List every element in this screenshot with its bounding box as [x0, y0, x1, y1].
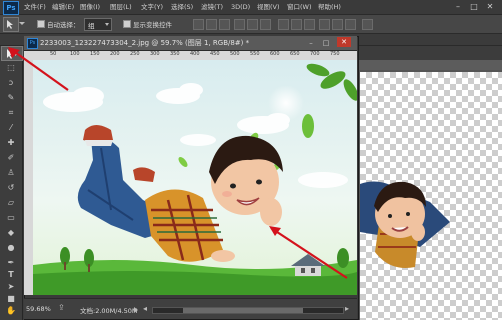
- align-left-icon[interactable]: [234, 19, 245, 30]
- menu-3d[interactable]: 3D(D): [231, 2, 250, 12]
- ruler-tick: 550: [250, 51, 260, 57]
- menu-image[interactable]: 图像(I): [80, 2, 100, 12]
- doc-close-button[interactable]: ✕: [337, 37, 351, 47]
- menu-type[interactable]: 文字(Y): [141, 2, 163, 12]
- clone-stamp-icon[interactable]: ♙: [4, 168, 18, 178]
- move-tool-icon: [7, 20, 13, 29]
- scrollbar-thumb[interactable]: [183, 308, 303, 313]
- status-menu-arrow-icon[interactable]: [134, 307, 138, 313]
- chevron-down-icon[interactable]: [19, 22, 25, 25]
- auto-select-checkbox[interactable]: [37, 20, 45, 28]
- crop-icon[interactable]: ⌗: [4, 108, 18, 118]
- menu-edit[interactable]: 编辑(E): [52, 2, 74, 12]
- align-bottom-icon[interactable]: [219, 19, 230, 30]
- auto-select-label: 自动选择：: [47, 21, 80, 29]
- photoshop-logo: Ps: [3, 1, 19, 15]
- ruler-tick: 300: [150, 51, 160, 57]
- path-select-icon[interactable]: ➤: [4, 282, 18, 292]
- ruler-tick: 400: [190, 51, 200, 57]
- ruler-tick: 200: [110, 51, 120, 57]
- tool-preset-picker[interactable]: [3, 17, 19, 32]
- menu-bar: [0, 0, 502, 15]
- align-hcenter-icon[interactable]: [247, 19, 258, 30]
- eyedropper-icon[interactable]: ⁄: [4, 123, 18, 133]
- horizontal-scrollbar[interactable]: [152, 307, 344, 314]
- menu-filter[interactable]: 滤镜(T): [201, 2, 223, 12]
- scroll-right-icon[interactable]: ▸: [345, 304, 352, 314]
- ruler-tick: 150: [90, 51, 100, 57]
- menu-file[interactable]: 文件(F): [24, 2, 46, 12]
- background-document-titlebar[interactable]: [355, 60, 502, 70]
- distribute-vcenter-icon[interactable]: [291, 19, 302, 30]
- auto-select-value: 组: [88, 22, 95, 30]
- distribute-left-icon[interactable]: [319, 19, 330, 30]
- document-size-info: 文档:2.00M/4.50M: [80, 307, 138, 315]
- ruler-tick: 350: [170, 51, 180, 57]
- rectangle-shape-icon[interactable]: ■: [4, 294, 18, 304]
- align-vcenter-icon[interactable]: [206, 19, 217, 30]
- boy-on-grass-photo: [33, 60, 357, 295]
- brush-icon[interactable]: ✐: [4, 153, 18, 163]
- distribute-top-icon[interactable]: [278, 19, 289, 30]
- scroll-left-icon[interactable]: ◂: [143, 304, 150, 314]
- ruler-tick: 450: [210, 51, 220, 57]
- show-transform-label: 显示变换控件: [133, 21, 172, 29]
- ruler-tick: 500: [230, 51, 240, 57]
- eraser-icon[interactable]: ▱: [4, 198, 18, 208]
- auto-align-icon[interactable]: [362, 19, 373, 30]
- distribute-right-icon[interactable]: [345, 19, 356, 30]
- pen-icon[interactable]: ✒: [4, 258, 18, 268]
- auto-select-dropdown[interactable]: 组: [84, 18, 112, 31]
- align-top-icon[interactable]: [193, 19, 204, 30]
- ruler-tick: 700: [310, 51, 320, 57]
- menu-layer[interactable]: 图层(L): [110, 2, 132, 12]
- ruler-tick: 650: [290, 51, 300, 57]
- menu-window[interactable]: 窗口(W): [287, 2, 312, 12]
- distribute-bottom-icon[interactable]: [304, 19, 315, 30]
- menu-help[interactable]: 帮助(H): [318, 2, 341, 12]
- hand-tool-icon[interactable]: ✋: [4, 306, 18, 316]
- healing-brush-icon[interactable]: ✚: [4, 138, 18, 148]
- menu-select[interactable]: 选择(S): [171, 2, 193, 12]
- quick-select-icon[interactable]: ✎: [4, 93, 18, 103]
- align-right-icon[interactable]: [260, 19, 271, 30]
- close-button[interactable]: ✕: [484, 1, 496, 12]
- show-transform-checkbox[interactable]: [123, 20, 131, 28]
- annotation-arrow: [8, 47, 69, 91]
- history-brush-icon[interactable]: ↺: [4, 183, 18, 193]
- dodge-icon[interactable]: ●: [4, 243, 18, 253]
- gradient-icon[interactable]: ▭: [4, 213, 18, 223]
- type-tool-icon[interactable]: T: [4, 270, 18, 280]
- doc-maximize-button[interactable]: □: [320, 38, 332, 48]
- export-icon[interactable]: ⇪: [58, 303, 70, 314]
- chevron-down-icon: [105, 23, 109, 26]
- document-canvas[interactable]: [33, 60, 357, 295]
- cutout-boy-image: [360, 181, 450, 268]
- blur-icon[interactable]: ◆: [4, 228, 18, 238]
- distribute-hcenter-icon[interactable]: [332, 19, 343, 30]
- ruler-tick: 600: [270, 51, 280, 57]
- menu-view[interactable]: 视图(V): [257, 2, 280, 12]
- maximize-button[interactable]: □: [468, 1, 480, 12]
- ruler-tick: 750: [330, 51, 340, 57]
- transparent-canvas[interactable]: [360, 72, 502, 320]
- doc-minimize-button[interactable]: –: [305, 38, 317, 48]
- ruler-tick: 250: [130, 51, 140, 57]
- zoom-level[interactable]: 59.68%: [26, 305, 51, 313]
- minimize-button[interactable]: –: [452, 1, 464, 12]
